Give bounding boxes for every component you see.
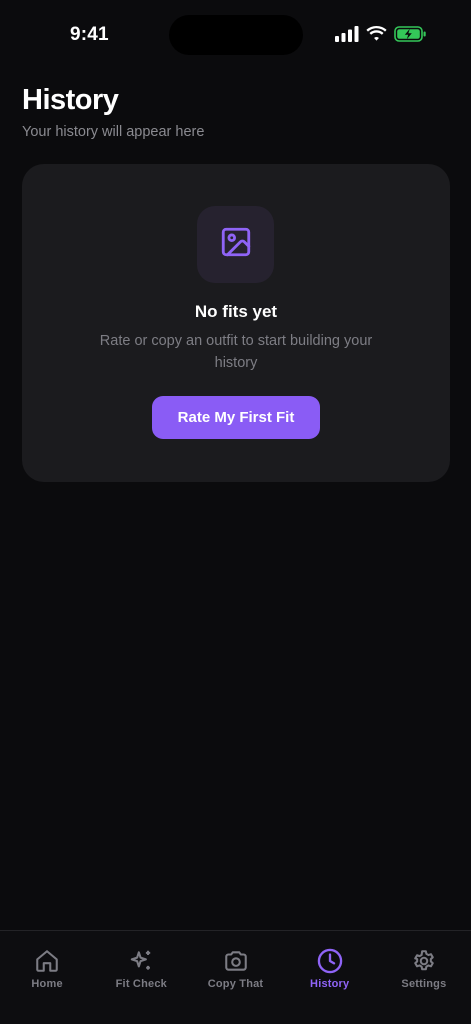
- page-title: History: [22, 84, 119, 116]
- tab-history[interactable]: History: [283, 931, 377, 1024]
- empty-state-card: No fits yet Rate or copy an outfit to st…: [22, 164, 450, 482]
- gear-icon: [410, 947, 438, 975]
- camera-icon: [222, 947, 250, 975]
- tab-copy-that-label: Copy That: [207, 978, 264, 990]
- tab-history-label: History: [310, 978, 350, 990]
- empty-state-description: Rate or copy an outfit to start building…: [99, 333, 373, 371]
- empty-state-title: No fits yet: [194, 302, 278, 321]
- image-icon: [219, 225, 253, 264]
- status-bar: 9:41: [0, 0, 471, 70]
- tab-settings-label: Settings: [401, 978, 447, 990]
- wifi-icon: [366, 26, 387, 47]
- tab-home-label: Home: [31, 978, 63, 990]
- tab-fit-check-label: Fit Check: [115, 978, 167, 990]
- sparkles-icon: [127, 947, 155, 975]
- status-time: 9:41: [70, 24, 109, 45]
- clock-icon: [316, 947, 344, 975]
- tab-bar: Home Fit Check Copy That History Setting…: [0, 930, 471, 1024]
- status-icons: [335, 26, 427, 47]
- page-subtitle: Your history will appear here: [22, 124, 205, 140]
- rate-first-fit-button[interactable]: Rate My First Fit: [152, 396, 320, 439]
- tab-settings[interactable]: Settings: [377, 931, 471, 1024]
- cellular-signal-icon: [335, 26, 359, 47]
- empty-state-icon-container: [197, 206, 274, 283]
- dynamic-island: [169, 15, 303, 55]
- tab-copy-that[interactable]: Copy That: [188, 931, 282, 1024]
- history-screen: 9:41 History Your history will appear he…: [0, 0, 471, 1024]
- tab-fit-check[interactable]: Fit Check: [94, 931, 188, 1024]
- home-icon: [33, 947, 61, 975]
- tab-home[interactable]: Home: [0, 931, 94, 1024]
- battery-charging-icon: [394, 26, 427, 47]
